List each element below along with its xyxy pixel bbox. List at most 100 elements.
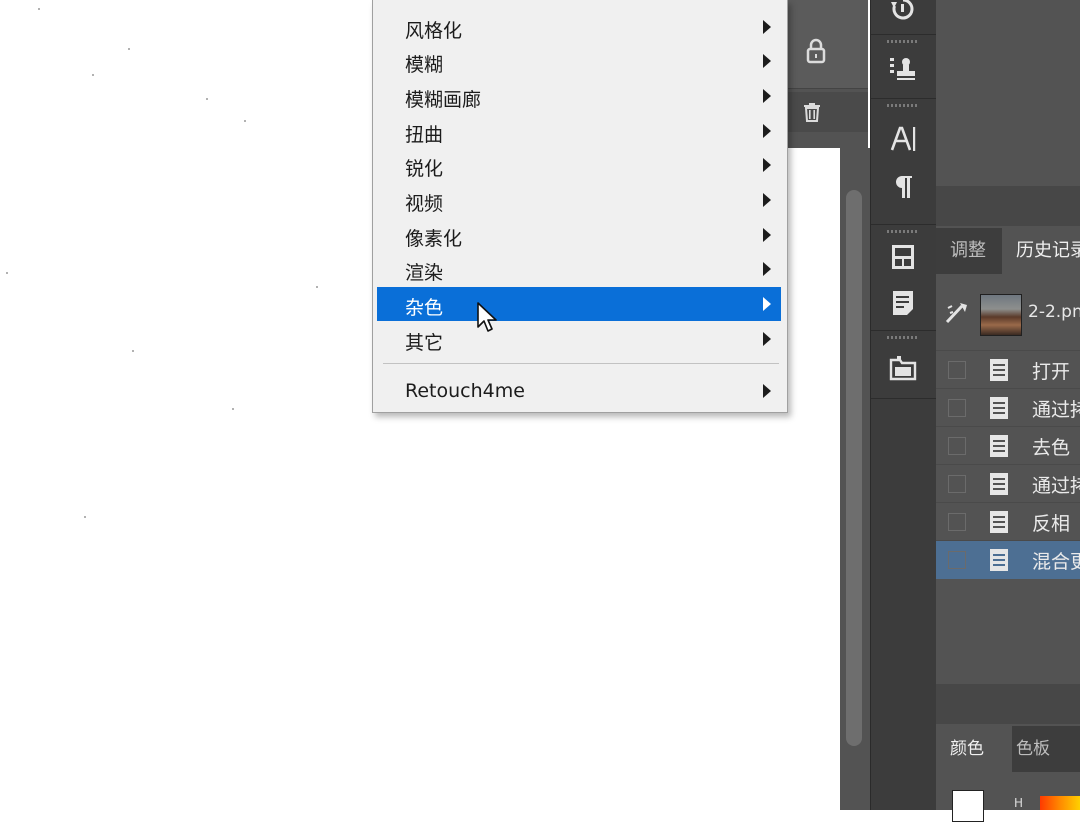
submenu-arrow-icon [763,158,771,172]
menu-item-retouch4me[interactable]: Retouch4me [377,374,781,408]
history-panel-tabs: 调整 历史记录 [936,228,1080,274]
tool-group-clone [871,36,937,99]
submenu-arrow-icon [763,20,771,34]
panel-grip[interactable] [887,40,919,43]
history-step-label: 去色 [1032,437,1071,459]
menu-item-label: 扭曲 [405,124,444,146]
canvas-speck [206,98,208,100]
trash-icon[interactable] [800,100,824,124]
history-step[interactable]: 反相 [936,502,1080,541]
document-icon [990,511,1008,533]
canvas-speck [128,48,130,50]
menu-item-noise[interactable]: 杂色 [377,287,781,321]
menu-item-other[interactable]: 其它 [377,322,781,356]
history-step-checkbox[interactable] [948,551,966,569]
snapshot-thumbnail[interactable] [980,294,1022,336]
notes-icon[interactable] [888,288,918,318]
mouse-pointer-icon [477,302,497,332]
right-panel: 调整 历史记录 2-2.png 打开 通过拷 去色 通 [936,0,1080,822]
history-brush-icon[interactable] [888,0,918,24]
snapshot-label: 2-2.png [1028,302,1080,322]
menu-item-render[interactable]: 渲染 [377,252,781,286]
submenu-arrow-icon [763,384,771,398]
history-step-checkbox[interactable] [948,437,966,455]
menu-item-blur[interactable]: 模糊 [377,44,781,78]
filter-menu: ▔ 风格化 模糊 模糊画廊 扭曲 锐化 视频 像素化 渲染 杂色 其它 R [372,0,788,413]
history-step[interactable]: 去色 [936,426,1080,465]
menu-item-label: 风格化 [405,20,463,42]
history-step-label: 反相 [1032,513,1071,535]
menu-item-stylize[interactable]: 风格化 [377,10,781,44]
tab-adjustments[interactable]: 调整 [950,228,986,274]
panel-grip[interactable] [887,104,919,107]
menu-item-label: 杂色 [405,297,444,319]
color-panel-tabs: 颜色 色板 [936,726,1080,772]
document-icon [990,473,1008,495]
panel-grip[interactable] [887,230,919,233]
menu-item-label: 像素化 [405,228,463,250]
layer-comps-icon[interactable] [888,352,918,382]
canvas-speck [316,286,318,288]
menu-item-label: 渲染 [405,262,444,284]
document-icon [990,549,1008,571]
tool-group-history [871,0,937,35]
canvas-speck [92,74,94,76]
layers-panel-fragment [786,0,868,148]
history-step-label: 打开 [1032,361,1071,383]
panel-grip[interactable] [887,336,919,339]
panel-top-area [936,0,1080,186]
history-step-label: 通过拷 [1032,399,1080,421]
foreground-color-swatch[interactable] [952,790,984,822]
paragraph-icon[interactable] [888,172,918,202]
menu-item-video[interactable]: 视频 [377,183,781,217]
hue-channel-label: H [1014,796,1024,810]
menu-item-sharpen[interactable]: 锐化 [377,148,781,182]
character-icon[interactable] [888,124,918,154]
tab-color[interactable]: 颜色 [936,726,1012,772]
history-step[interactable]: 打开 [936,350,1080,389]
history-step[interactable]: 通过拷 [936,388,1080,427]
menu-separator [383,363,779,364]
hue-slider[interactable] [1040,796,1080,810]
menu-item-label: Retouch4me [405,380,525,402]
menu-item-label: 其它 [405,332,444,354]
panel-icon-strip [870,0,938,810]
history-brush-source-icon[interactable] [944,300,970,326]
clone-stamp-icon[interactable] [888,54,918,84]
tool-group-properties [871,226,937,331]
menu-item-cut-off: ▔ [405,0,423,4]
submenu-arrow-icon [763,193,771,207]
menu-item-label: 视频 [405,193,444,215]
menu-item-distort[interactable]: 扭曲 [377,114,781,148]
layers-panel-edge [786,132,868,148]
document-icon [990,359,1008,381]
tab-history[interactable]: 历史记录 [1002,228,1080,274]
history-step[interactable]: 通过拷 [936,464,1080,503]
history-step-checkbox[interactable] [948,513,966,531]
scrollbar-thumb[interactable] [846,190,862,746]
menu-item-label: 模糊画廊 [405,89,482,111]
properties-icon[interactable] [888,242,918,272]
history-step-checkbox[interactable] [948,361,966,379]
menu-item-pixelate[interactable]: 像素化 [377,218,781,252]
history-step-checkbox[interactable] [948,399,966,417]
lock-icon[interactable] [796,30,836,70]
history-step-label: 通过拷 [1032,475,1080,497]
submenu-arrow-icon [763,262,771,276]
color-panel-body: H [936,772,1080,822]
history-step-checkbox[interactable] [948,475,966,493]
vertical-scrollbar[interactable] [840,148,870,810]
history-snapshot[interactable]: 2-2.png [936,276,1080,346]
canvas-speck [232,408,234,410]
canvas-speck [244,120,246,122]
tool-group-type [871,100,937,225]
submenu-arrow-icon [763,228,771,242]
document-icon [990,435,1008,457]
menu-item-blur-gallery[interactable]: 模糊画廊 [377,79,781,113]
menu-item-label: 锐化 [405,158,444,180]
history-step-active[interactable]: 混合更 [936,540,1080,579]
panel-divider [936,684,1080,724]
tool-group-layer-comps [871,332,937,399]
tab-swatches[interactable]: 色板 [1016,726,1050,772]
panel-divider [936,186,1080,226]
